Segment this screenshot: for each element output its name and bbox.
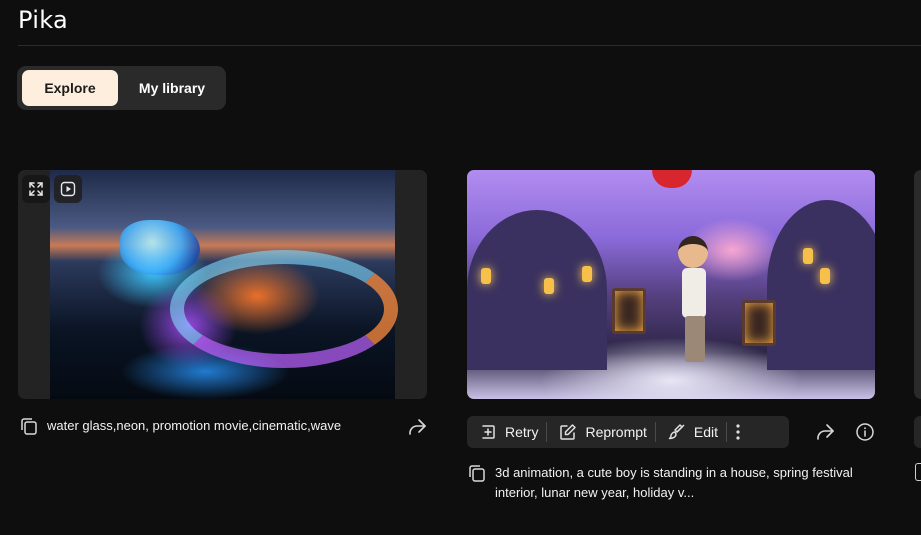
video-card-3-media[interactable] [914,170,921,399]
edit-button[interactable]: Edit [656,416,726,448]
edit-label: Edit [693,424,719,440]
card-3-action-toolbar[interactable] [914,416,921,448]
thumbnail-art [767,200,875,370]
reprompt-label: Reprompt [585,424,647,440]
brand-logo[interactable]: Pika [18,6,68,34]
tab-my-library[interactable]: My library [123,70,221,106]
copy-icon[interactable] [467,463,487,483]
thumbnail-art [467,210,607,370]
prompt-row-2: 3d animation, a cute boy is standing in … [467,463,882,503]
video-card-1-media[interactable] [18,170,427,399]
copy-icon[interactable] [19,416,39,436]
thumbnail-art [685,316,705,362]
video-thumbnail[interactable] [50,170,398,399]
app-root: Pika Explore My library water glass,neon… [0,0,921,535]
thumbnail-art [652,170,692,188]
expand-icon[interactable] [22,175,50,203]
retry-icon [482,425,495,439]
thumbnail-art [742,300,776,346]
view-tabs: Explore My library [17,66,226,110]
thumbnail-art [582,266,592,282]
info-icon[interactable] [853,420,877,444]
retry-button[interactable]: Retry [467,416,546,448]
thumbnail-art [481,268,491,284]
thumbnail-art [544,278,554,294]
prompt-row-1: water glass,neon, promotion movie,cinema… [19,416,399,436]
share-icon[interactable] [405,415,429,439]
thumbnail-art [170,250,398,368]
thumbnail-art [803,248,813,264]
thumbnail-art [682,268,706,318]
thumbnail-art [120,220,200,275]
thumbnail-art [678,236,708,268]
tab-explore[interactable]: Explore [22,70,118,106]
more-icon[interactable] [727,416,757,448]
brush-icon [668,424,685,440]
prompt-text: 3d animation, a cute boy is standing in … [495,465,853,500]
prompt-text: water glass,neon, promotion movie,cinema… [47,418,342,433]
video-card-2-media[interactable] [467,170,875,399]
retry-label: Retry [505,424,539,440]
pencil-icon [560,424,577,440]
copy-icon[interactable] [915,463,921,481]
play-icon[interactable] [54,175,82,203]
thumbnail-art [612,288,646,334]
thumbnail-art [820,268,830,284]
header-divider [18,45,921,46]
share-icon[interactable] [813,420,837,444]
reprompt-button[interactable]: Reprompt [547,416,654,448]
card-2-action-toolbar: Retry Reprompt Edit [467,416,789,448]
